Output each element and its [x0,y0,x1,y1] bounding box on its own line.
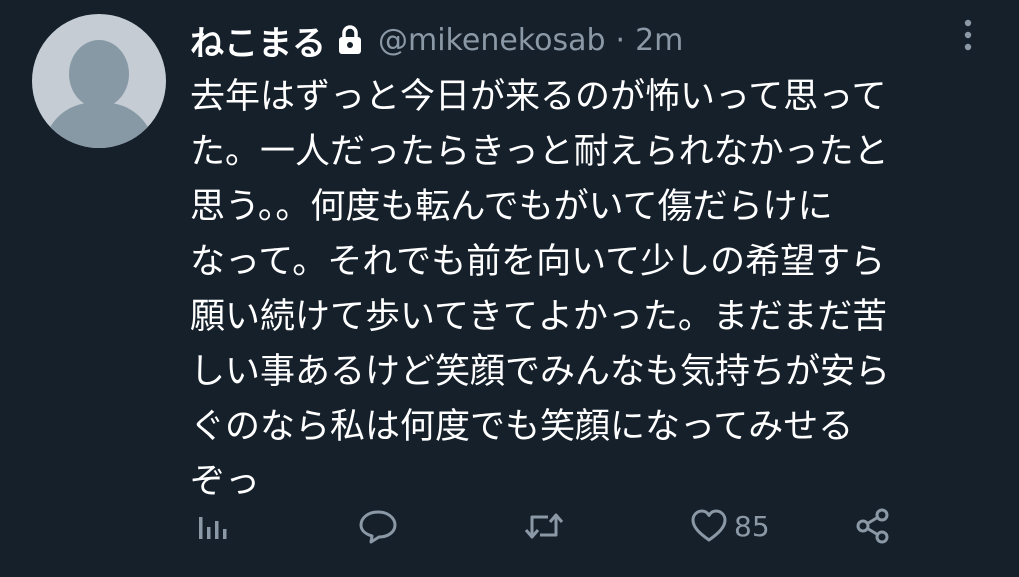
avatar[interactable] [32,14,166,148]
separator-dot: · [615,22,626,58]
user-handle[interactable]: @mikenekosab [378,23,606,58]
analytics-button[interactable] [194,500,228,552]
analytics-icon [199,517,227,539]
tweet-text-line: た。一人だったらきっと耐えられなかったと [190,132,889,172]
timestamp[interactable]: 2m [635,23,683,58]
share-button[interactable] [854,500,892,552]
more-vertical-icon[interactable] [954,16,982,56]
action-bar: 85 [190,500,930,552]
tweet-text: 去年はずっと今日が来るのが怖いって思って た。一人だったらきっと耐えられなかった… [190,70,990,510]
like-count: 85 [734,509,770,543]
tweet-card[interactable]: ねこまる @mikenekosab · 2m 去年はずっと今日が来るのが怖いって… [0,0,1019,577]
tweet-text-line: 去年はずっと今日が来るのが怖いって思って [190,77,887,117]
heart-icon [691,509,727,542]
reply-icon [359,510,397,544]
share-icon [856,508,889,544]
retweet-button[interactable] [522,500,566,552]
tweet-text-line: しい事あるけど笑顔でみんなも気持ちが安ら [190,352,891,392]
like-button[interactable]: 85 [690,500,770,552]
tweet-text-line: ぐのなら私は何度でも笑顔になってみせる [190,407,854,447]
display-name[interactable]: ねこまる [190,16,326,65]
retweet-icon [524,513,564,539]
tweet-text-line: 思う。。何度も転んでもがいて傷だらけに [190,187,833,227]
lock-icon [336,25,364,55]
tweet-text-line: なって。それでも前を向いて少しの希望すら [190,242,886,282]
tweet-text-line: 願い続けて歩いてきてよかった。まだまだ苦 [190,297,888,337]
default-avatar-icon [42,40,156,148]
reply-button[interactable] [358,500,398,552]
tweet-header: ねこまる @mikenekosab · 2m [190,14,959,66]
